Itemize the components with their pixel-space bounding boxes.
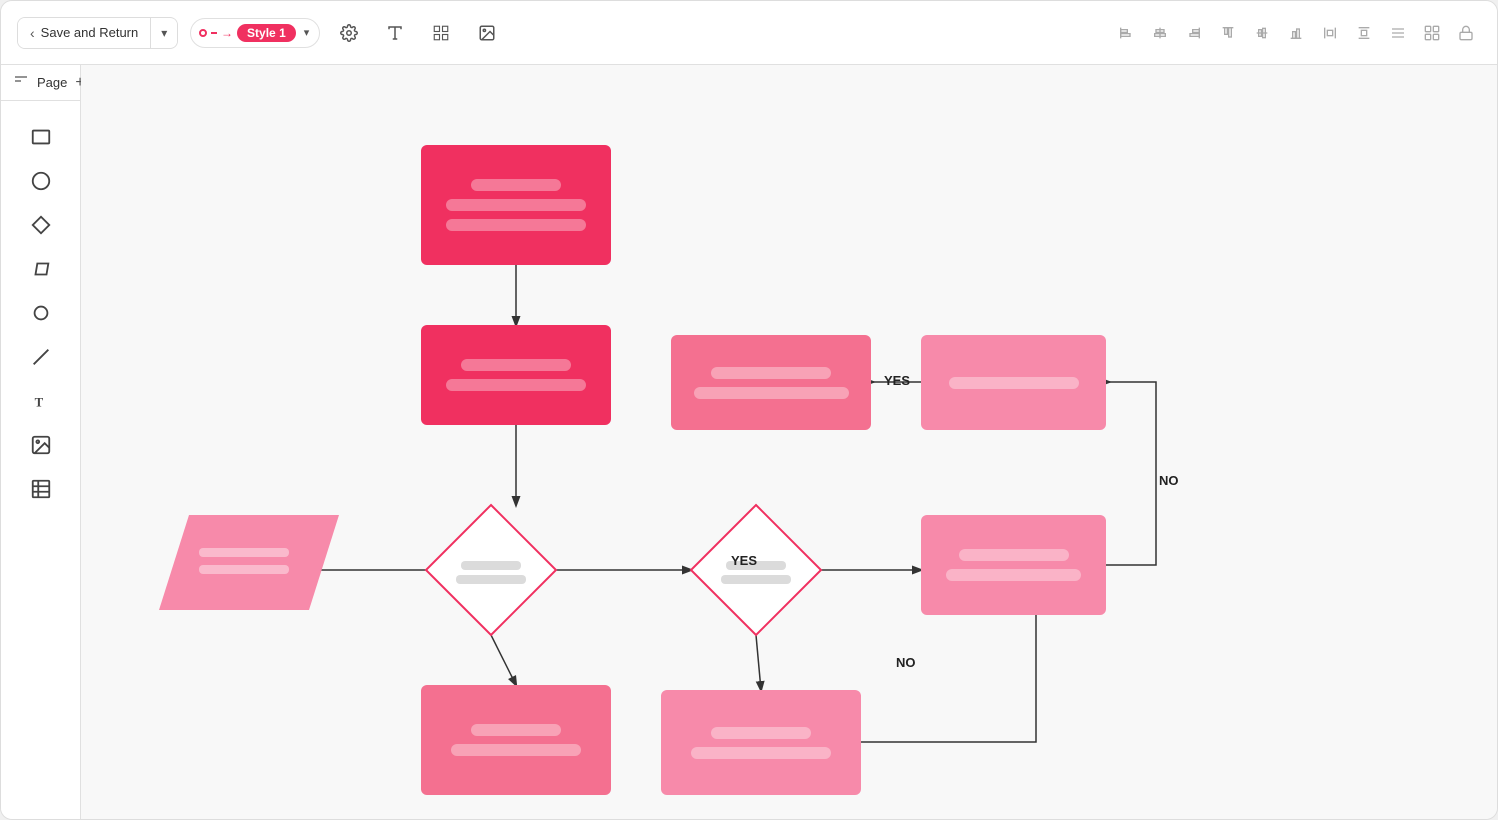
text-icon-btn[interactable] xyxy=(378,16,412,50)
box5-bar1 xyxy=(959,549,1069,561)
box7-bar1 xyxy=(711,727,811,739)
image-icon-btn[interactable] xyxy=(470,16,504,50)
box5-bar2 xyxy=(946,569,1081,581)
circle-tool[interactable] xyxy=(17,293,65,333)
toolbar-right xyxy=(1111,18,1481,48)
dropdown-chevron-icon: ▾ xyxy=(161,26,167,40)
rectangle-tool[interactable] xyxy=(17,117,65,157)
parallelogram-tool[interactable] xyxy=(17,249,65,289)
align-center-h-btn[interactable] xyxy=(1145,18,1175,48)
diamond-tool[interactable] xyxy=(17,205,65,245)
line-tool[interactable] xyxy=(17,337,65,377)
text-tool[interactable]: T xyxy=(17,381,65,421)
app-container: ‹ Save and Return ▾ → Style 1 ▾ xyxy=(0,0,1498,820)
save-return-button[interactable]: ‹ Save and Return ▾ xyxy=(17,17,178,49)
back-arrow-icon: ‹ xyxy=(30,25,35,41)
style-selector[interactable]: → Style 1 ▾ xyxy=(190,18,320,48)
box4-bar1 xyxy=(949,377,1079,389)
yes-label-2: YES xyxy=(884,373,910,388)
more-options-btn[interactable] xyxy=(1383,18,1413,48)
flowchart-box-1[interactable] xyxy=(421,145,611,265)
align-right-btn[interactable] xyxy=(1179,18,1209,48)
flowchart-box-7[interactable] xyxy=(661,690,861,795)
flowchart-box-3[interactable] xyxy=(671,335,871,430)
shape-tools: T xyxy=(1,101,80,525)
no-label-2: NO xyxy=(1159,473,1179,488)
lock-btn[interactable] xyxy=(1451,18,1481,48)
align-middle-btn[interactable] xyxy=(1247,18,1277,48)
box2-bar2 xyxy=(446,379,586,391)
style-line xyxy=(211,32,217,34)
align-top-btn[interactable] xyxy=(1213,18,1243,48)
box7-bar2 xyxy=(691,747,831,759)
left-sidebar: Page + xyxy=(1,65,81,819)
style-arrow-icon: → xyxy=(221,26,233,40)
image-tool[interactable] xyxy=(17,425,65,465)
style-dropdown-chevron-icon: ▾ xyxy=(304,26,310,39)
group-btn[interactable] xyxy=(1417,18,1447,48)
distribute-v-btn[interactable] xyxy=(1349,18,1379,48)
save-return-main[interactable]: ‹ Save and Return xyxy=(18,18,151,48)
style-dot-left xyxy=(199,29,207,37)
save-return-label: Save and Return xyxy=(41,25,139,40)
flowchart-box-6[interactable] xyxy=(421,685,611,795)
distribute-h-btn[interactable] xyxy=(1315,18,1345,48)
flowchart-box-5[interactable] xyxy=(921,515,1106,615)
flowchart-box-2[interactable] xyxy=(421,325,611,425)
box3-bar2 xyxy=(694,387,849,399)
align-bottom-btn[interactable] xyxy=(1281,18,1311,48)
box3-bar1 xyxy=(711,367,831,379)
box1-bar1 xyxy=(471,179,561,191)
box6-bar1 xyxy=(471,724,561,736)
box6-bar2 xyxy=(451,744,581,756)
canvas[interactable]: YES YES NO NO xyxy=(81,65,1497,819)
box1-bar3 xyxy=(446,219,586,231)
pattern-icon-btn[interactable] xyxy=(424,16,458,50)
style-label: Style 1 xyxy=(237,24,296,42)
pages-label: Page xyxy=(37,75,67,90)
table-tool[interactable] xyxy=(17,469,65,509)
align-left-btn[interactable] xyxy=(1111,18,1141,48)
settings-icon-btn[interactable] xyxy=(332,16,366,50)
flowchart-box-4[interactable] xyxy=(921,335,1106,430)
main-area: Page + xyxy=(1,65,1497,819)
save-return-dropdown[interactable]: ▾ xyxy=(151,19,177,47)
svg-text:T: T xyxy=(34,396,43,410)
ellipse-tool[interactable] xyxy=(17,161,65,201)
no-label-1: NO xyxy=(896,655,916,670)
yes-label-1: YES xyxy=(731,553,757,568)
flowchart: YES YES NO NO xyxy=(81,65,1497,819)
pages-section: Page + xyxy=(1,65,80,101)
pages-icon xyxy=(13,73,29,92)
box2-bar1 xyxy=(461,359,571,371)
box1-bar2 xyxy=(446,199,586,211)
toolbar: ‹ Save and Return ▾ → Style 1 ▾ xyxy=(1,1,1497,65)
